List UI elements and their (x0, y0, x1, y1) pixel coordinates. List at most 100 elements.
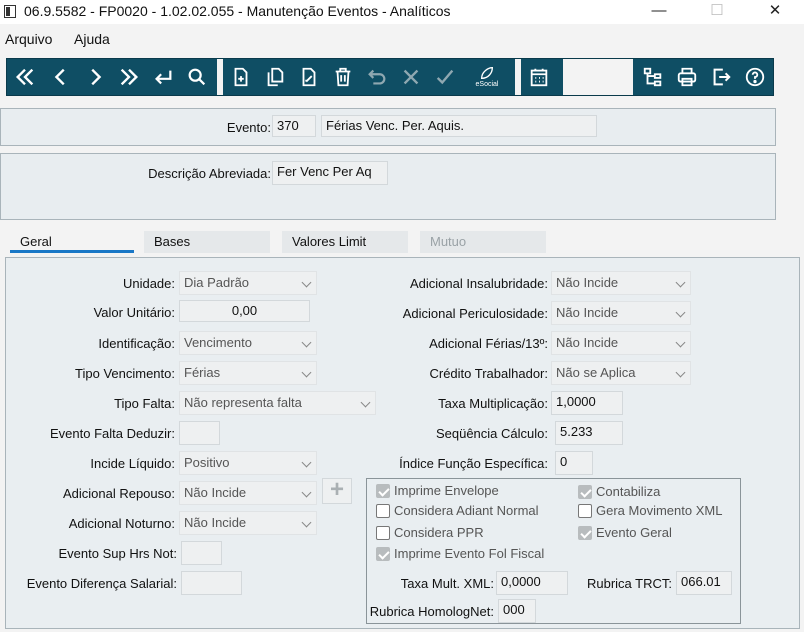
tree-icon[interactable] (639, 62, 667, 92)
confirm-icon[interactable] (431, 62, 459, 92)
search-icon[interactable] (183, 62, 211, 92)
next-icon[interactable] (81, 62, 109, 92)
adicional-repouso-value: Não Incide (184, 485, 247, 500)
credito-trabalhador-value: Não se Aplica (556, 365, 636, 380)
evento-sup-hrs-label: Evento Sup Hrs Not: (58, 546, 178, 561)
imprime-envelope-checkbox[interactable] (376, 484, 390, 498)
evento-geral-checkbox[interactable] (578, 526, 592, 540)
tipo-falta-value: Não representa falta (184, 395, 302, 410)
evento-panel: Evento: 370 Férias Venc. Per. Aquis. (0, 108, 776, 146)
unidade-select[interactable]: Dia Padrão (179, 271, 317, 295)
taxa-mult-xml-label: Taxa Mult. XML: (400, 576, 494, 591)
esocial-label: eSocial (475, 81, 499, 88)
adicional-noturno-label: Adicional Noturno: (68, 516, 175, 531)
contabiliza-checkbox[interactable] (578, 485, 592, 499)
tab-valores-limit[interactable]: Valores Limit (282, 231, 408, 253)
gera-movimento-xml-checkbox[interactable] (578, 504, 592, 518)
taxa-multiplicacao-label: Taxa Multiplicação: (438, 396, 548, 411)
copy-icon[interactable] (261, 62, 289, 92)
evento-geral-label: Evento Geral (596, 525, 672, 540)
credito-trabalhador-select[interactable]: Não se Aplica (551, 361, 691, 385)
evento-sup-hrs-field[interactable] (181, 541, 222, 565)
periculosidade-select[interactable]: Não Incide (551, 301, 691, 325)
menu-arquivo[interactable]: Arquivo (5, 31, 52, 47)
credito-trabalhador-label: Crédito Trabalhador: (429, 366, 548, 381)
tab-mutuo: Mutuo (420, 231, 546, 253)
tipo-vencimento-label: Tipo Vencimento: (75, 366, 175, 381)
delete-icon[interactable] (329, 62, 357, 92)
insalubridade-label: Adicional Insalubridade: (409, 276, 548, 291)
evento-falta-label: Evento Falta Deduzir: (49, 426, 175, 441)
taxa-multiplicacao-field[interactable]: 1,0000 (551, 391, 623, 415)
evento-desc-field: Férias Venc. Per. Aquis. (321, 115, 597, 137)
last-icon[interactable] (115, 62, 143, 92)
incide-liquido-select[interactable]: Positivo (179, 451, 317, 475)
new-icon[interactable] (227, 62, 255, 92)
tipo-falta-select[interactable]: Não representa falta (179, 391, 376, 415)
maximize-button[interactable]: ☐ (694, 0, 740, 24)
chevron-down-icon (360, 397, 371, 408)
close-button[interactable]: ✕ (752, 0, 798, 24)
adicional-repouso-label: Adicional Repouso: (62, 486, 175, 501)
imprime-fol-fiscal-checkbox[interactable] (376, 547, 390, 561)
chevron-down-icon (301, 337, 312, 348)
tab-bases[interactable]: Bases (144, 231, 270, 253)
enter-icon[interactable] (149, 62, 177, 92)
incide-liquido-label: Incide Líquido: (90, 456, 175, 471)
adicional-repouso-select[interactable]: Não Incide (179, 481, 317, 505)
considera-adiant-checkbox[interactable] (376, 504, 390, 518)
evento-code-field[interactable]: 370 (272, 115, 316, 137)
rubrica-homolognet-field[interactable]: 000 (498, 599, 536, 623)
toolbar: eSocial (6, 58, 774, 96)
valor-unitario-field[interactable]: 0,00 (179, 300, 310, 322)
evento-falta-field[interactable] (179, 421, 220, 445)
rubrica-trct-label: Rubrica TRCT: (586, 576, 672, 591)
window-title: 06.9.5582 - FP0020 - 1.02.02.055 - Manut… (24, 3, 451, 19)
diferenca-salarial-field[interactable] (181, 571, 242, 595)
incide-liquido-value: Positivo (184, 455, 230, 470)
first-icon[interactable] (11, 62, 39, 92)
valor-unitario-label: Valor Unitário: (93, 305, 175, 320)
tipo-vencimento-select[interactable]: Férias (179, 361, 317, 385)
title-bar: 06.9.5582 - FP0020 - 1.02.02.055 - Manut… (0, 0, 804, 24)
imprime-envelope-label: Imprime Envelope (394, 483, 499, 498)
help-icon[interactable] (741, 62, 769, 92)
sequencia-calculo-field[interactable]: 5.233 (555, 421, 623, 445)
esocial-icon[interactable]: eSocial (467, 62, 507, 92)
descricao-field[interactable]: Fer Venc Per Aq (272, 161, 388, 185)
indice-funcao-label: Índice Função Específica: (399, 456, 548, 471)
print-icon[interactable] (673, 62, 701, 92)
add-button[interactable]: + (322, 478, 352, 504)
insalubridade-value: Não Incide (556, 275, 619, 290)
menu-ajuda[interactable]: Ajuda (74, 31, 110, 47)
chevron-down-icon (301, 277, 312, 288)
insalubridade-select[interactable]: Não Incide (551, 271, 691, 295)
rubrica-homolognet-label: Rubrica HomologNet: (369, 604, 494, 619)
edit-icon[interactable] (295, 62, 323, 92)
menu-bar: Arquivo Ajuda (0, 30, 804, 50)
chevron-down-icon (675, 367, 686, 378)
considera-ppr-checkbox[interactable] (376, 526, 390, 540)
exit-icon[interactable] (707, 62, 735, 92)
adicional-noturno-select[interactable]: Não Incide (179, 511, 317, 535)
indice-funcao-field[interactable]: 0 (555, 451, 593, 475)
taxa-mult-xml-field[interactable]: 0,0000 (496, 571, 568, 595)
minimize-button[interactable]: — (636, 0, 682, 24)
considera-adiant-label: Considera Adiant Normal (394, 503, 539, 518)
ferias-13-select[interactable]: Não Incide (551, 331, 691, 355)
tab-geral[interactable]: Geral (10, 231, 134, 253)
rubrica-trct-field[interactable]: 066.01 (676, 571, 732, 595)
descricao-panel: Descrição Abreviada: Fer Venc Per Aq (0, 153, 776, 220)
chevron-down-icon (675, 307, 686, 318)
chevron-down-icon (675, 337, 686, 348)
chevron-down-icon (301, 367, 312, 378)
identificacao-label: Identificação: (98, 336, 175, 351)
undo-icon[interactable] (363, 62, 391, 92)
descricao-label: Descrição Abreviada: (148, 166, 271, 181)
previous-icon[interactable] (47, 62, 75, 92)
identificacao-select[interactable]: Vencimento (179, 331, 317, 355)
cancel-icon[interactable] (397, 62, 425, 92)
chevron-down-icon (301, 517, 312, 528)
calendar-icon[interactable] (525, 62, 553, 92)
unidade-label: Unidade: (122, 276, 175, 291)
